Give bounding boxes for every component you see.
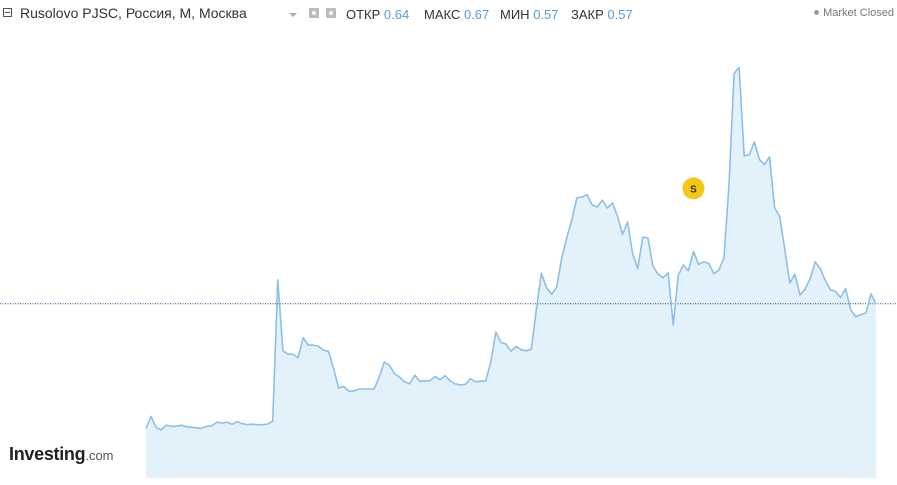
price-chart[interactable]: S <box>0 0 897 485</box>
logo-brand: Investing <box>9 444 86 464</box>
logo-tld: .com <box>85 448 114 463</box>
investing-logo: Investing.com <box>9 444 114 465</box>
price-area-fill <box>146 67 876 479</box>
annotation-marker-label-0: S <box>690 184 697 195</box>
annotation-markers: S <box>682 177 705 200</box>
